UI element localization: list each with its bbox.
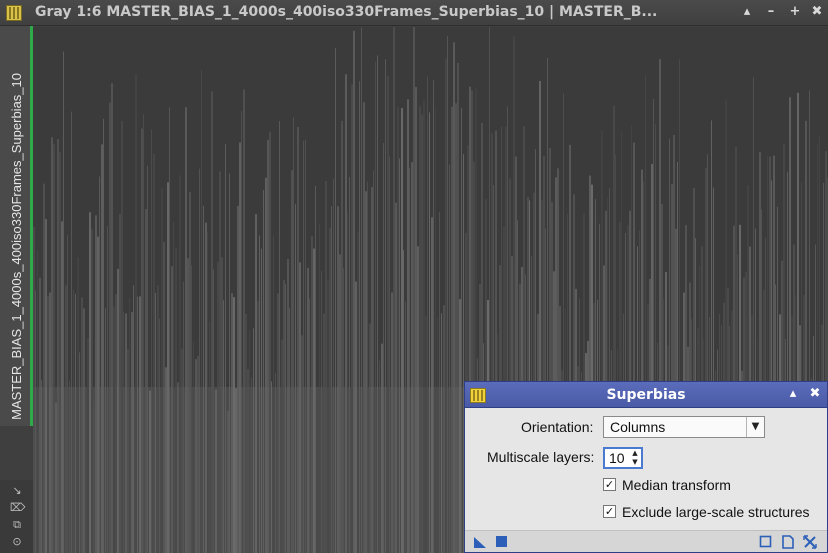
exclude-large-scale-checkbox[interactable]: ✓ (603, 505, 616, 518)
image-view-tab-label: MASTER_BIAS_1_4000s_400iso330Frames_Supe… (9, 73, 24, 420)
multiscale-layers-value: 10 (609, 450, 625, 466)
minimize-icon[interactable]: – (762, 3, 780, 21)
exclude-large-scale-label: Exclude large-scale structures (622, 504, 810, 520)
multiscale-layers-label: Multiscale layers: (487, 449, 595, 465)
orientation-select[interactable]: Columns ▼ (603, 416, 765, 438)
superbias-titlebar[interactable]: Superbias ▴ ✖ (465, 382, 827, 408)
median-transform-checkbox[interactable]: ✓ (603, 478, 616, 491)
shade-icon[interactable]: ▴ (738, 3, 756, 21)
close-icon[interactable]: ✖ (808, 3, 826, 21)
edit-instance-icon[interactable] (781, 535, 795, 549)
reset-icon[interactable] (803, 535, 817, 549)
chevron-down-icon[interactable]: ▼ (746, 417, 764, 437)
pin-icon[interactable]: ⌦ (10, 501, 26, 515)
spin-up-icon[interactable]: ▲ (629, 449, 641, 458)
settings-icon[interactable]: ⊙ (10, 535, 24, 549)
image-view-tab[interactable]: MASTER_BIAS_1_4000s_400iso330Frames_Supe… (0, 26, 33, 426)
side-tool-icons: ↘ ⌦ ⧉ ⊙ (0, 480, 33, 553)
median-transform-label: Median transform (622, 477, 731, 493)
shade-icon[interactable]: ▴ (785, 386, 801, 402)
browse-documentation-icon[interactable] (759, 535, 773, 549)
dialog-bottom-bar (465, 530, 827, 552)
superbias-dialog: Superbias ▴ ✖ Orientation: Columns ▼ Mul… (464, 381, 828, 553)
image-window-titlebar[interactable]: Gray 1:6 MASTER_BIAS_1_4000s_400iso330Fr… (0, 0, 828, 26)
image-window-title: Gray 1:6 MASTER_BIAS_1_4000s_400iso330Fr… (35, 4, 658, 20)
multiscale-layers-spinbox[interactable]: 10 ▲ ▼ (603, 447, 643, 469)
clone-icon[interactable]: ⧉ (10, 518, 24, 532)
orientation-label: Orientation: (521, 419, 594, 435)
maximize-icon[interactable]: + (786, 3, 804, 21)
close-icon[interactable]: ✖ (807, 386, 823, 402)
spin-down-icon[interactable]: ▼ (629, 458, 641, 467)
image-window-icon[interactable] (6, 5, 22, 21)
apply-global-icon[interactable] (495, 535, 509, 549)
new-instance-icon[interactable] (473, 535, 487, 549)
shrink-icon[interactable]: ↘ (10, 484, 24, 498)
superbias-title: Superbias (606, 387, 686, 403)
orientation-value: Columns (610, 419, 666, 435)
